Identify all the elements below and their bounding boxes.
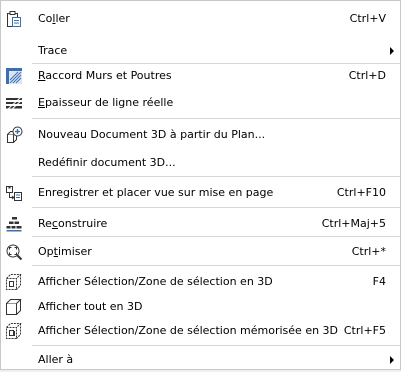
- separator: [32, 345, 400, 346]
- menu-item-label: Enregistrer et placer vue sur mise en pa…: [38, 186, 274, 199]
- rebuild-icon: [5, 215, 23, 233]
- menu-item-epaisseur-ligne[interactable]: Epaisseur de ligne réelle: [1, 91, 400, 115]
- submenu-arrow-icon: [390, 356, 394, 364]
- zoom-fit-icon: [5, 243, 23, 261]
- menu-item-optimiser[interactable]: Optimiser Ctrl+*: [1, 240, 400, 264]
- separator: [32, 118, 400, 119]
- menu-item-enregistrer-placer-vue[interactable]: Enregistrer et placer vue sur mise en pa…: [1, 181, 400, 205]
- menu-item-afficher-selection-memorisee-3d[interactable]: Afficher Sélection/Zone de sélection mém…: [1, 319, 400, 343]
- menu-item-redefinir-document-3d[interactable]: Redéfinir document 3D...: [1, 151, 400, 175]
- menu-item-afficher-tout-3d[interactable]: Afficher tout en 3D: [1, 295, 400, 319]
- menu-item-label: Reconstruire: [38, 217, 108, 230]
- menu-item-label: Trace: [38, 44, 68, 57]
- shortcut-label: Ctrl+D: [348, 69, 386, 82]
- menu-item-raccord-murs-poutres[interactable]: Raccord Murs et Poutres Ctrl+D: [1, 64, 400, 88]
- menu-item-label: Nouveau Document 3D à partir du Plan...: [38, 128, 266, 141]
- menu-item-label: Epaisseur de ligne réelle: [38, 96, 174, 109]
- selection-3d-icon: [5, 273, 23, 291]
- paste-icon: [5, 10, 23, 28]
- submenu-arrow-icon: [390, 47, 394, 55]
- menu-item-label: Raccord Murs et Poutres: [38, 69, 172, 82]
- line-weight-icon: [5, 94, 23, 112]
- shortcut-label: F4: [372, 275, 386, 288]
- menu-item-label: Redéfinir document 3D...: [38, 156, 176, 169]
- wall-beam-join-icon: [5, 67, 23, 85]
- separator: [32, 207, 400, 208]
- all-3d-icon: [5, 298, 23, 316]
- save-place-view-icon: [5, 184, 23, 202]
- menu-item-nouveau-document-3d[interactable]: Nouveau Document 3D à partir du Plan...: [1, 123, 400, 147]
- shortcut-label: Ctrl+F10: [336, 186, 386, 199]
- shortcut-label: Ctrl+*: [351, 245, 386, 258]
- new-3d-document-icon: [5, 126, 23, 144]
- menu-item-label: Coller: [38, 12, 70, 25]
- menu-item-label: Optimiser: [38, 245, 92, 258]
- shortcut-label: Ctrl+Maj+5: [321, 217, 386, 230]
- separator: [32, 176, 400, 177]
- menu-item-reconstruire[interactable]: Reconstruire Ctrl+Maj+5: [1, 212, 400, 236]
- separator: [32, 236, 400, 237]
- menu-item-label: Afficher Sélection/Zone de sélection mém…: [38, 324, 339, 337]
- menu-item-afficher-selection-3d[interactable]: Afficher Sélection/Zone de sélection en …: [1, 270, 400, 294]
- context-menu: Coller Ctrl+V Trace Raccord Murs et Pout…: [0, 0, 401, 370]
- separator: [32, 265, 400, 266]
- menu-item-label: Afficher tout en 3D: [38, 300, 143, 313]
- menu-item-label: Afficher Sélection/Zone de sélection en …: [38, 275, 273, 288]
- menu-item-coller[interactable]: Coller Ctrl+V: [1, 7, 400, 31]
- shortcut-label: Ctrl+F5: [343, 324, 386, 337]
- shortcut-label: Ctrl+V: [349, 12, 386, 25]
- menu-item-aller-a[interactable]: Aller à: [1, 348, 400, 372]
- menu-item-trace[interactable]: Trace: [1, 39, 400, 63]
- menu-item-label: Aller à: [38, 353, 74, 366]
- stored-selection-3d-icon: [5, 322, 23, 340]
